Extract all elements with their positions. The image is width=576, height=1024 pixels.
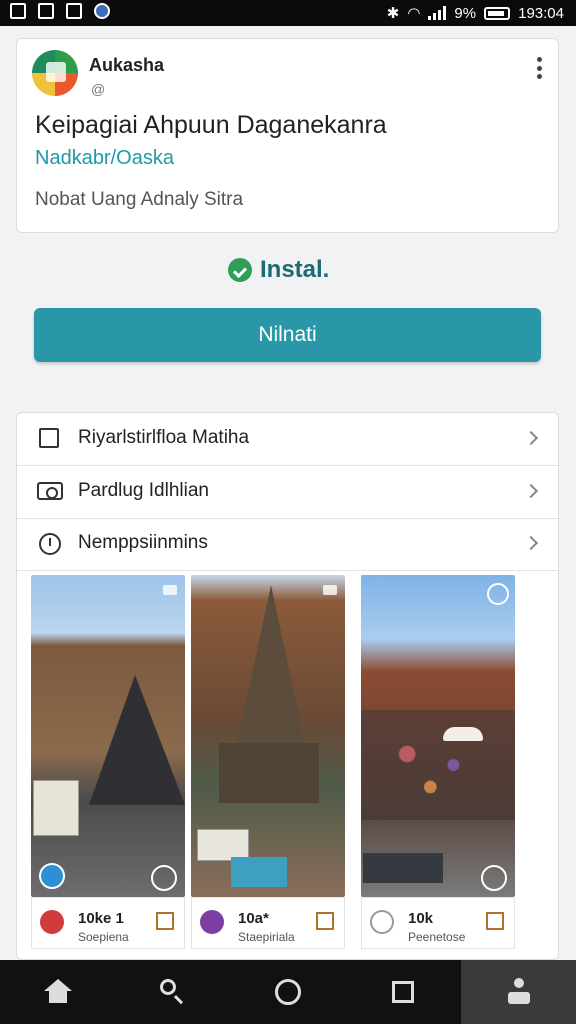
details-card: Riyarlstirlfloa Matiha Pardlug Idlhlian … <box>16 412 559 960</box>
circle-icon <box>274 979 301 1005</box>
share-icon[interactable] <box>39 863 65 889</box>
tile-subtitle: Staepiriala <box>238 930 295 944</box>
status-bar: ✱ ◠ 9% 193:04 <box>0 0 576 26</box>
tile-count: 10ke 1 <box>78 910 124 927</box>
app-header-card: Aukasha @ Keipagiai Ahpuun Daganekanra N… <box>16 38 559 233</box>
bag-icon <box>66 3 82 19</box>
notification-icons <box>10 3 110 19</box>
home-icon <box>43 979 72 1005</box>
image-icon <box>38 3 54 19</box>
nav-search[interactable] <box>115 960 230 1024</box>
select-icon[interactable] <box>151 865 177 891</box>
tile-avatar <box>200 910 224 934</box>
more-options-icon[interactable] <box>536 57 542 79</box>
search-icon <box>159 979 186 1005</box>
bottom-navigation <box>0 960 576 1024</box>
tile-count: 10a* <box>238 910 269 927</box>
install-button[interactable]: Nilnati <box>34 308 541 362</box>
chevron-right-icon <box>523 483 539 499</box>
nav-profile[interactable] <box>461 960 576 1024</box>
developer-handle: @ <box>91 81 106 97</box>
wifi-icon: ◠ <box>407 5 421 22</box>
person-icon <box>506 978 532 1006</box>
screenshot-image[interactable] <box>31 575 185 897</box>
clock: 193:04 <box>518 4 564 22</box>
chevron-right-icon <box>523 535 539 551</box>
row-label: Pardlug Idlhlian <box>78 480 209 501</box>
detail-row-permissions[interactable]: Riyarlstirlfloa Matiha <box>17 413 558 466</box>
temple-shape <box>237 585 305 745</box>
nav-home[interactable] <box>0 960 115 1024</box>
detail-row-screenshots[interactable]: Pardlug Idlhlian <box>17 466 558 519</box>
tile-subtitle: Peenetose <box>408 930 466 944</box>
app-description: Nobat Uang Adnaly Sitra <box>35 189 244 210</box>
tile-avatar <box>40 910 64 934</box>
image-icon <box>10 3 26 19</box>
battery-icon <box>484 6 511 20</box>
tile-avatar <box>370 910 394 934</box>
square-icon <box>391 981 414 1003</box>
checkbox-icon <box>39 428 59 448</box>
compass-icon[interactable] <box>487 583 509 605</box>
nav-home-button[interactable] <box>230 960 345 1024</box>
badge-icon <box>163 585 177 595</box>
table-shape <box>363 853 443 883</box>
app-icon <box>94 3 110 19</box>
select-icon[interactable] <box>481 865 507 891</box>
app-title: Keipagiai Ahpuun Daganekanra <box>35 111 387 139</box>
flag-icon <box>486 912 504 930</box>
detail-row-updates[interactable]: Nemppsiinmins <box>17 518 558 571</box>
flag-icon <box>156 912 174 930</box>
install-label: Instal. <box>260 256 330 283</box>
umbrella-shape <box>443 727 483 741</box>
clock-icon <box>39 533 61 555</box>
app-category-link[interactable]: Nadkabr/Oaska <box>35 147 174 170</box>
row-label: Riyarlstirlfloa Matiha <box>78 427 250 448</box>
tile-subtitle: Soepiena <box>78 930 129 944</box>
screenshot-caption[interactable]: 10a* Staepiriala <box>191 897 345 949</box>
badge-icon <box>323 585 337 595</box>
row-label: Nemppsiinmins <box>78 532 208 553</box>
verified-shield-icon <box>228 258 252 282</box>
signal-icon <box>428 6 447 20</box>
bluetooth-icon: ✱ <box>386 5 400 22</box>
screenshot-image[interactable] <box>191 575 345 897</box>
chevron-right-icon <box>523 430 539 446</box>
flag-icon <box>316 912 334 930</box>
stall-shape <box>231 857 287 887</box>
developer-name[interactable]: Aukasha <box>89 55 164 76</box>
screenshot-caption[interactable]: 10ke 1 Soepiena <box>31 897 185 949</box>
tile-count: 10k <box>408 910 434 927</box>
developer-avatar[interactable] <box>32 50 78 96</box>
temple-base-shape <box>219 743 319 803</box>
system-status: ✱ ◠ 9% 193:04 <box>386 4 564 23</box>
screenshot-image[interactable] <box>361 575 515 897</box>
install-status: Instal. <box>228 256 329 284</box>
nav-recents[interactable] <box>345 960 460 1024</box>
cart-shape <box>33 780 79 836</box>
screenshot-caption[interactable]: 10k Peenetose <box>361 897 515 949</box>
battery-percent: 9% <box>454 4 477 22</box>
camera-icon <box>37 482 63 500</box>
market-crowd-shape <box>361 710 515 820</box>
tent-shape <box>89 675 185 805</box>
